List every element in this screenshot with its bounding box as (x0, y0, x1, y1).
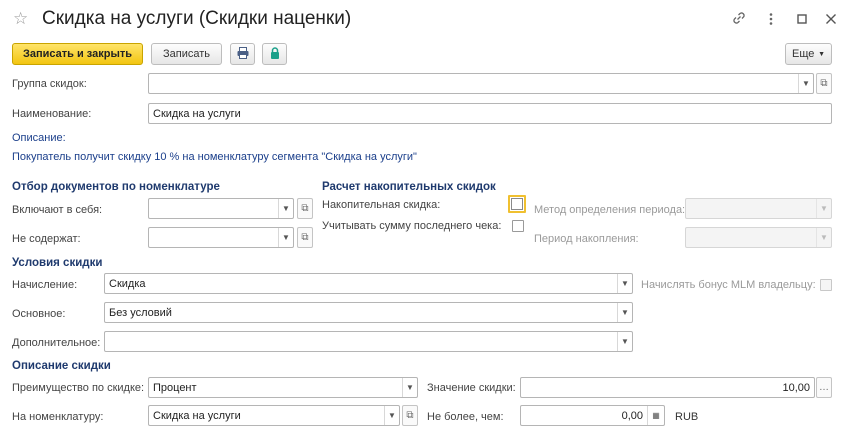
save-and-close-button[interactable]: Записать и закрыть (12, 43, 143, 65)
include-label: Включают в себя: (12, 204, 103, 216)
chevron-down-icon[interactable]: ▼ (816, 228, 831, 247)
conditions-section-title: Условия скидки (12, 257, 103, 269)
open-window-icon: ⧉ (301, 232, 309, 243)
more-vertical-icon[interactable] (762, 11, 780, 30)
main-label: Основное: (12, 308, 66, 320)
name-value: Скидка на услуги (153, 107, 241, 120)
group-label: Группа скидок: (12, 78, 87, 90)
mlm-checkbox[interactable] (820, 279, 832, 291)
open-window-icon: ⧉ (406, 410, 414, 421)
period-method-field[interactable]: ▼ (685, 198, 832, 219)
print-icon (236, 46, 250, 63)
nomenclature-field[interactable]: Скидка на услуги ▼ (148, 405, 400, 426)
discount-value-label: Значение скидки: (427, 382, 516, 394)
accrual-value: Скидка (109, 277, 146, 290)
close-icon[interactable] (822, 11, 840, 30)
calculator-icon[interactable]: ▦ (647, 406, 664, 425)
chevron-down-icon[interactable]: ▼ (816, 199, 831, 218)
main-value: Без условий (109, 306, 172, 319)
max-value: 0,00 (621, 409, 643, 422)
description-label: Описание: (12, 132, 66, 144)
exclude-field[interactable]: ▼ (148, 227, 294, 248)
more-label: Еще (792, 48, 815, 60)
open-window-icon: ⧉ (301, 203, 309, 214)
discount-value: 10,00 (782, 381, 810, 394)
chevron-down-icon[interactable]: ▼ (617, 303, 632, 322)
chevron-down-icon[interactable]: ▼ (617, 332, 632, 351)
nomenclature-value: Скидка на услуги (153, 409, 241, 422)
period-field[interactable]: ▼ (685, 227, 832, 248)
period-label: Период накопления: (534, 233, 639, 245)
cumulative-label: Накопительная скидка: (322, 199, 441, 211)
open-group-button[interactable]: ⧉ (816, 73, 832, 94)
max-field[interactable]: 0,00 ▦ (520, 405, 665, 426)
lock-icon (268, 46, 282, 63)
accrual-label: Начисление: (12, 279, 78, 291)
chevron-down-icon[interactable]: ▼ (798, 74, 813, 93)
period-method-label: Метод определения периода: (534, 204, 686, 216)
name-label: Наименование: (12, 108, 92, 120)
last-check-checkbox[interactable] (512, 220, 524, 232)
max-label: Не более, чем: (427, 411, 504, 423)
open-window-icon: ⧉ (820, 78, 828, 89)
nomenclature-label: На номенклатуру: (12, 411, 104, 423)
currency-label: RUB (675, 411, 699, 423)
chevron-down-icon[interactable]: ▼ (617, 274, 632, 293)
more-options-button[interactable]: … (816, 377, 832, 398)
chevron-down-icon: ▼ (818, 50, 825, 58)
group-field[interactable]: ▼ (148, 73, 814, 94)
mlm-label: Начислять бонус MLM владельцу: (641, 279, 816, 291)
include-field[interactable]: ▼ (148, 198, 294, 219)
link-icon[interactable] (730, 10, 748, 29)
page-title: Скидка на услуги (Скидки наценки) (42, 8, 352, 29)
open-nomenclature-button[interactable]: ⧉ (402, 405, 418, 426)
accrual-field[interactable]: Скидка ▼ (104, 273, 633, 294)
extra-label: Дополнительное: (12, 337, 101, 349)
cumulative-checkbox[interactable] (508, 195, 526, 213)
advantage-value: Процент (153, 381, 197, 394)
last-check-label: Учитывать сумму последнего чека: (322, 220, 502, 232)
description-text[interactable]: Покупатель получит скидку 10 % на номенк… (12, 151, 417, 163)
advantage-label: Преимущество по скидке: (12, 382, 145, 394)
chevron-down-icon[interactable]: ▼ (278, 199, 293, 218)
lock-button[interactable] (262, 43, 287, 65)
favorite-star-icon[interactable]: ☆ (13, 9, 28, 29)
save-button[interactable]: Записать (151, 43, 222, 65)
main-field[interactable]: Без условий ▼ (104, 302, 633, 323)
advantage-field[interactable]: Процент ▼ (148, 377, 418, 398)
extra-field[interactable]: ▼ (104, 331, 633, 352)
discount-desc-section-title: Описание скидки (12, 360, 111, 372)
maximize-icon[interactable] (793, 11, 811, 30)
chevron-down-icon[interactable]: ▼ (402, 378, 417, 397)
print-button[interactable] (230, 43, 255, 65)
chevron-down-icon[interactable]: ▼ (278, 228, 293, 247)
ellipsis-icon: … (819, 382, 829, 393)
open-exclude-button[interactable]: ⧉ (297, 227, 313, 248)
filter-section-title: Отбор документов по номенклатуре (12, 181, 220, 193)
discount-value-field[interactable]: 10,00 (520, 377, 815, 398)
exclude-label: Не содержат: (12, 233, 81, 245)
accum-section-title: Расчет накопительных скидок (322, 181, 496, 193)
open-include-button[interactable]: ⧉ (297, 198, 313, 219)
chevron-down-icon[interactable]: ▼ (384, 406, 399, 425)
name-field[interactable]: Скидка на услуги (148, 103, 832, 124)
more-menu-button[interactable]: Еще ▼ (785, 43, 832, 65)
